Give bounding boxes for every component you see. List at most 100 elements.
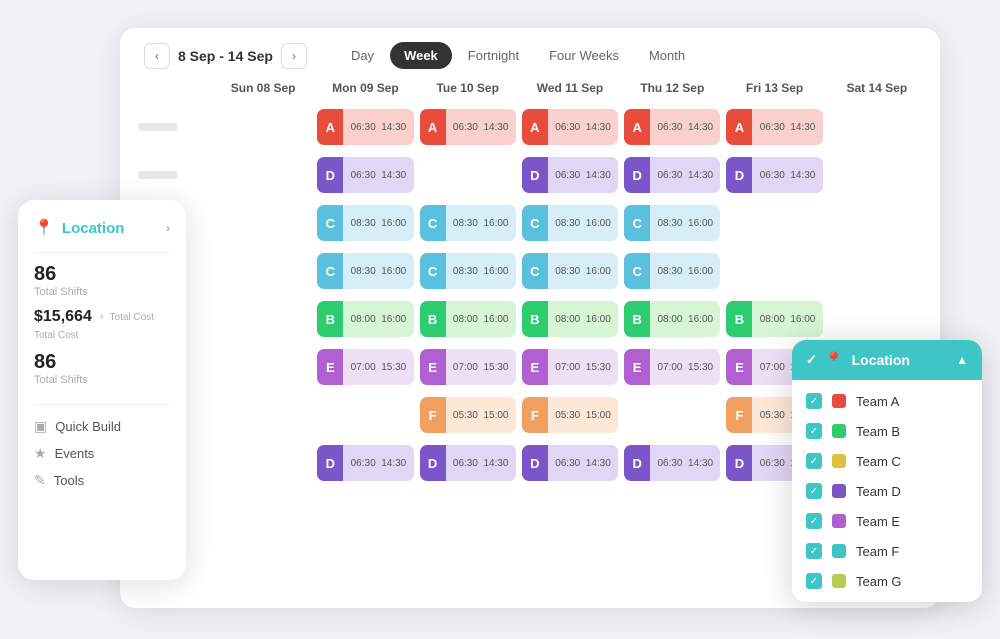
cell-wed-5[interactable]: B08:00 16:00	[519, 295, 621, 343]
cell-thu-8[interactable]: D06:30 14:30	[621, 439, 723, 487]
row-label-2	[132, 151, 212, 199]
cell-sat-5	[826, 295, 928, 343]
team-g-color-dot	[832, 574, 846, 588]
cell-thu-6[interactable]: E07:00 15:30	[621, 343, 723, 391]
team-item-e[interactable]: ✓ Team E	[792, 506, 982, 536]
quick-build-icon: ▣	[34, 418, 47, 435]
total-cost-label: Total Cost	[110, 312, 154, 323]
team-d-color-dot	[832, 484, 846, 498]
cell-tue-1[interactable]: A06:30 14:30	[417, 103, 519, 151]
location-section[interactable]: 📍 Location ›	[34, 218, 170, 253]
team-f-label: Team F	[856, 544, 899, 559]
dropdown-header-label: Location	[852, 352, 910, 368]
cell-fri-4	[723, 247, 825, 295]
cell-tue-2	[417, 151, 519, 199]
team-e-checkbox[interactable]: ✓	[806, 513, 822, 529]
prev-button[interactable]: ‹	[144, 43, 170, 69]
tools-menu-item[interactable]: ✎ Tools	[34, 467, 170, 494]
team-d-label: Team D	[856, 484, 901, 499]
cell-sun-3	[212, 199, 314, 247]
cell-sun-2	[212, 151, 314, 199]
cell-wed-4[interactable]: C08:30 16:00	[519, 247, 621, 295]
total-shifts2-label: Total Shifts	[34, 374, 170, 386]
team-b-checkbox[interactable]: ✓	[806, 423, 822, 439]
cell-fri-3	[723, 199, 825, 247]
team-item-d[interactable]: ✓ Team D	[792, 476, 982, 506]
team-b-color-dot	[832, 424, 846, 438]
cell-thu-2[interactable]: D06:30 14:30	[621, 151, 723, 199]
cell-thu-1[interactable]: A06:30 14:30	[621, 103, 723, 151]
cell-mon-2[interactable]: D06:30 14:30	[314, 151, 416, 199]
team-item-c[interactable]: ✓ Team C	[792, 446, 982, 476]
cell-fri-5[interactable]: B08:00 16:00	[723, 295, 825, 343]
cell-mon-5[interactable]: B08:00 16:00	[314, 295, 416, 343]
dropdown-header[interactable]: ✓ 📍 Location ▲	[792, 340, 982, 380]
cell-wed-1[interactable]: A06:30 14:30	[519, 103, 621, 151]
team-item-b[interactable]: ✓ Team B	[792, 416, 982, 446]
tab-four-weeks[interactable]: Four Weeks	[535, 42, 633, 69]
tab-week[interactable]: Week	[390, 42, 452, 69]
cell-mon-4[interactable]: C08:30 16:00	[314, 247, 416, 295]
tab-month[interactable]: Month	[635, 42, 699, 69]
cell-sat-2	[826, 151, 928, 199]
team-item-g[interactable]: ✓ Team G	[792, 566, 982, 596]
tools-icon: ✎	[34, 472, 46, 489]
cell-tue-5[interactable]: B08:00 16:00	[417, 295, 519, 343]
cell-wed-2[interactable]: D06:30 14:30	[519, 151, 621, 199]
team-d-checkbox[interactable]: ✓	[806, 483, 822, 499]
team-c-color-dot	[832, 454, 846, 468]
team-f-color-dot	[832, 544, 846, 558]
team-g-label: Team G	[856, 574, 902, 589]
row-label-1	[132, 103, 212, 151]
col-header-mon: Mon 09 Sep	[314, 77, 416, 103]
cell-fri-2[interactable]: D06:30 14:30	[723, 151, 825, 199]
date-range-label: 8 Sep - 14 Sep	[178, 48, 273, 64]
cell-mon-1[interactable]: A06:30 14:30	[314, 103, 416, 151]
total-cost-section[interactable]: $15,664 › Total Cost	[34, 308, 170, 326]
cell-tue-7[interactable]: F05:30 15:00	[417, 391, 519, 439]
cell-wed-6[interactable]: E07:00 15:30	[519, 343, 621, 391]
cell-thu-3[interactable]: C08:30 16:00	[621, 199, 723, 247]
team-item-f[interactable]: ✓ Team F	[792, 536, 982, 566]
events-label: Events	[55, 446, 95, 461]
total-shifts2-section: 86 Total Shifts	[34, 351, 170, 386]
cell-wed-8[interactable]: D06:30 14:30	[519, 439, 621, 487]
team-g-checkbox[interactable]: ✓	[806, 573, 822, 589]
cell-sat-1	[826, 103, 928, 151]
cell-fri-1[interactable]: A06:30 14:30	[723, 103, 825, 151]
team-b-label: Team B	[856, 424, 900, 439]
cell-tue-8[interactable]: D06:30 14:30	[417, 439, 519, 487]
col-header-thu: Thu 12 Sep	[621, 77, 723, 103]
team-e-color-dot	[832, 514, 846, 528]
cell-mon-3[interactable]: C08:30 16:00	[314, 199, 416, 247]
team-item-a[interactable]: ✓ Team A	[792, 386, 982, 416]
quick-build-menu-item[interactable]: ▣ Quick Build	[34, 413, 170, 440]
cell-sat-3	[826, 199, 928, 247]
team-f-checkbox[interactable]: ✓	[806, 543, 822, 559]
cell-tue-4[interactable]: C08:30 16:00	[417, 247, 519, 295]
col-header-sat: Sat 14 Sep	[826, 77, 928, 103]
location-chevron-icon: ›	[166, 221, 170, 235]
cell-mon-7	[314, 391, 416, 439]
cell-thu-4[interactable]: C08:30 16:00	[621, 247, 723, 295]
team-c-checkbox[interactable]: ✓	[806, 453, 822, 469]
team-a-checkbox[interactable]: ✓	[806, 393, 822, 409]
tab-day[interactable]: Day	[337, 42, 388, 69]
team-e-label: Team E	[856, 514, 900, 529]
tab-fortnight[interactable]: Fortnight	[454, 42, 533, 69]
cell-mon-8[interactable]: D06:30 14:30	[314, 439, 416, 487]
events-menu-item[interactable]: ★ Events	[34, 440, 170, 467]
cell-sat-4	[826, 247, 928, 295]
next-button[interactable]: ›	[281, 43, 307, 69]
cell-sun-1	[212, 103, 314, 151]
dropdown-location-icon: 📍	[825, 351, 844, 369]
cell-wed-7[interactable]: F05:30 15:00	[519, 391, 621, 439]
cell-tue-6[interactable]: E07:00 15:30	[417, 343, 519, 391]
location-label: Location	[62, 220, 125, 237]
cell-tue-3[interactable]: C08:30 16:00	[417, 199, 519, 247]
cell-sun-5	[212, 295, 314, 343]
total-cost-chevron-icon: ›	[100, 311, 104, 323]
cell-mon-6[interactable]: E07:00 15:30	[314, 343, 416, 391]
cell-wed-3[interactable]: C08:30 16:00	[519, 199, 621, 247]
cell-thu-5[interactable]: B08:00 16:00	[621, 295, 723, 343]
